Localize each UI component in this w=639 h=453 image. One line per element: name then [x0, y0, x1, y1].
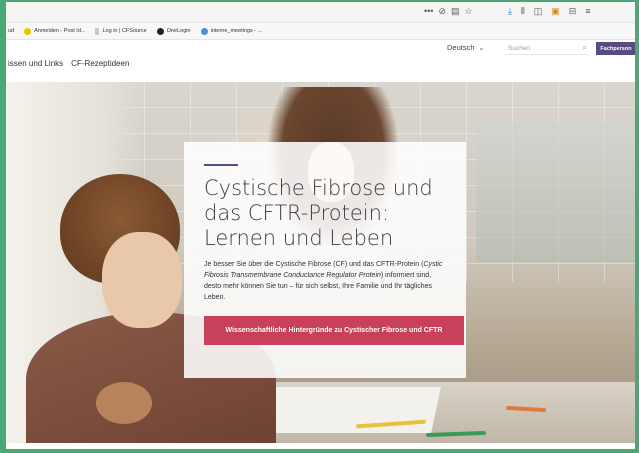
bookmark-item[interactable]: ud	[8, 28, 14, 34]
bookmarks-bar: ud Anmelden - Post Id... Log in | CFSour…	[0, 23, 639, 40]
main-menu: issen und Links CF-Rezeptideen	[8, 59, 129, 68]
bookmark-item[interactable]: Anmelden - Post Id...	[24, 27, 86, 35]
boy-face	[102, 232, 182, 328]
search-placeholder: Suchen	[508, 44, 531, 52]
mail-icon	[24, 27, 32, 35]
bookmark-label: OneLogin	[166, 28, 191, 34]
bookmark-item[interactable]: Log in | CFSource	[95, 27, 147, 35]
hero-content-card: Cystische Fibrose und das CFTR-Protein: …	[184, 142, 466, 378]
desc-text: Je besser Sie über die Cystische Fibrose…	[204, 261, 424, 268]
reader-icon[interactable]: ▤	[451, 6, 460, 16]
hero-title: Cystische Fibrose und das CFTR-Protein: …	[204, 176, 446, 251]
page-bottom	[0, 443, 639, 453]
bookmark-label: interne_meetings - ...	[210, 28, 263, 34]
download-icon[interactable]: ⤓	[508, 6, 512, 16]
hero-title-line: Lernen und Leben	[204, 226, 394, 250]
pocket-icon[interactable]: ⊘	[438, 6, 446, 16]
kitchen-shelf	[476, 122, 635, 262]
hero-title-line: Cystische Fibrose und	[204, 176, 433, 200]
fachpersonal-label: Fachperson	[600, 45, 632, 52]
library-icon[interactable]: ⫴	[521, 6, 525, 16]
drive-icon	[200, 27, 208, 35]
address-bar-actions: ••• ⊘ ▤ ☆	[424, 6, 473, 16]
hero-title-line: das CFTR-Protein:	[204, 201, 390, 225]
more-icon[interactable]: •••	[424, 6, 433, 16]
browser-toolbar: ••• ⊘ ▤ ☆ ⤓ ⫴ ◫ ▣ ⊟ ≡	[0, 0, 639, 23]
menu-item-links[interactable]: issen und Links	[8, 59, 63, 68]
bookmark-label: Log in | CFSource	[102, 28, 147, 34]
search-icon[interactable]: ⌕	[583, 43, 589, 53]
screenshot-icon[interactable]: ⊟	[569, 6, 577, 16]
fachpersonal-button[interactable]: Fachperson	[596, 42, 636, 55]
bookmark-item[interactable]: interne_meetings - ...	[200, 27, 263, 35]
menu-item-recipes[interactable]: CF-Rezeptideen	[71, 59, 129, 68]
language-selector[interactable]: Deutsch ⌄	[447, 43, 484, 52]
onelogin-icon	[156, 27, 164, 35]
accent-line	[204, 164, 238, 166]
hero-description: Je besser Sie über die Cystische Fibrose…	[204, 259, 446, 303]
bookmark-label: ud	[8, 28, 15, 34]
sidebar-icon[interactable]: ◫	[534, 6, 543, 16]
extension-icon[interactable]: ▣	[551, 6, 560, 16]
page-icon	[95, 27, 100, 35]
menu-icon[interactable]: ≡	[585, 6, 590, 16]
language-label: Deutsch	[447, 43, 475, 52]
star-icon[interactable]: ☆	[465, 6, 473, 16]
bookmark-item[interactable]: OneLogin	[156, 27, 191, 35]
bookmark-label: Anmelden - Post Id...	[34, 28, 86, 34]
cta-button[interactable]: Wissenschaftliche Hintergründe zu Cystis…	[204, 316, 464, 345]
elbow-patch	[96, 382, 152, 424]
cta-label: Wissenschaftliche Hintergründe zu Cystis…	[225, 327, 443, 334]
chevron-down-icon: ⌄	[478, 44, 485, 52]
toolbar-right-icons: ⤓ ⫴ ◫ ▣ ⊟ ≡	[508, 6, 591, 16]
search-input[interactable]: Suchen ⌕	[505, 42, 589, 55]
hero-section: Cystische Fibrose und das CFTR-Protein: …	[6, 82, 635, 443]
